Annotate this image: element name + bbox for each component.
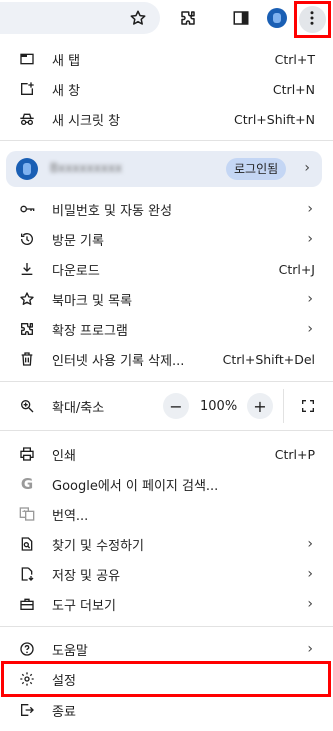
shortcut: Ctrl+T [274,51,315,67]
menu-item-clear-data[interactable]: 인터넷 사용 기록 삭제... Ctrl+Shift+Del [0,344,333,374]
menu-item-label: 인쇄 [52,448,76,464]
menu-item-label: 찾기 및 수정하기 [52,538,144,554]
browser-toolbar [0,0,333,38]
menu-item-label: 확장 프로그램 [52,323,128,339]
side-panel-icon[interactable] [229,6,253,30]
profile-card[interactable]: Bxxxxxxxxx 로그인됨 › [6,151,322,187]
menu-item-label: 새 창 [52,83,81,99]
menu-item-extensions[interactable]: 확장 프로그램 › [0,314,333,344]
find-icon [18,535,36,553]
divider [0,626,333,627]
trash-icon [18,350,36,368]
chevron-right-icon: › [304,160,310,176]
menu-item-exit[interactable]: 종료 [0,695,333,725]
shortcut: Ctrl+Shift+N [234,111,315,127]
exit-icon [18,701,36,719]
extensions-icon[interactable] [176,6,200,30]
menu-item-label: 저장 및 공유 [52,568,121,584]
menu-item-label: 도움말 [52,643,88,659]
save-share-icon [18,565,36,583]
menu-item-label: 도구 더보기 [52,598,116,614]
menu-item-label: 번역... [52,508,89,524]
menu-item-save-share[interactable]: 저장 및 공유 › [0,559,333,589]
google-icon: G [20,475,34,493]
zoom-level: 100% [200,399,238,414]
chevron-right-icon: › [307,321,313,337]
chevron-right-icon: › [307,231,313,247]
menu-item-new-window[interactable]: 새 창 Ctrl+N [0,74,333,104]
chevron-right-icon: › [307,201,313,217]
menu-item-label: Google에서 이 페이지 검색... [52,478,219,494]
shortcut: Ctrl+J [278,261,315,277]
history-icon [18,230,36,248]
profile-name: Bxxxxxxxxx [50,161,123,175]
chevron-right-icon: › [307,291,313,307]
shortcut: Ctrl+N [272,81,315,97]
menu-item-more-tools[interactable]: 도구 더보기 › [0,589,333,619]
chevron-right-icon: › [307,641,313,657]
translate-icon [18,505,36,523]
menu-item-new-tab[interactable]: 새 탭 Ctrl+T [0,44,333,74]
divider [283,389,284,423]
more-button-highlight [294,1,331,38]
toolbox-icon [18,595,36,613]
extensions-icon [18,320,36,338]
signed-in-badge: 로그인됨 [226,158,287,180]
star-icon [18,290,36,308]
fullscreen-button[interactable] [295,393,321,419]
menu-item-history[interactable]: 방문 기록 › [0,224,333,254]
menu-item-google-search[interactable]: G Google에서 이 페이지 검색... [0,469,333,499]
avatar [16,158,38,180]
shortcut: Ctrl+Shift+Del [222,351,315,367]
menu-item-print[interactable]: 인쇄 Ctrl+P [0,439,333,469]
divider [0,381,333,382]
zoom-in-button[interactable]: + [247,393,273,419]
key-icon [18,200,36,218]
menu-item-label: 비밀번호 및 자동 완성 [52,203,173,219]
incognito-icon [18,110,36,128]
settings-highlight [1,661,331,697]
menu-item-help[interactable]: 도움말 › [0,634,333,664]
avatar [267,8,287,28]
menu-item-label: 새 탭 [52,53,81,69]
help-icon [18,640,36,658]
menu-item-downloads[interactable]: 다운로드 Ctrl+J [0,254,333,284]
menu-item-label: 새 시크릿 창 [52,113,121,129]
menu-item-passwords[interactable]: 비밀번호 및 자동 완성 › [0,194,333,224]
new-window-icon [18,80,36,98]
menu-item-label: 다운로드 [52,263,100,279]
menu-item-translate[interactable]: 번역... [0,499,333,529]
divider [0,430,333,431]
menu-item-label: 방문 기록 [52,233,104,249]
new-tab-icon [18,50,36,68]
menu-item-find-edit[interactable]: 찾기 및 수정하기 › [0,529,333,559]
zoom-out-button[interactable]: − [163,393,189,419]
star-icon[interactable] [126,6,150,30]
print-icon [18,445,36,463]
menu-item-bookmarks[interactable]: 북마크 및 목록 › [0,284,333,314]
menu-item-label: 인터넷 사용 기록 삭제... [52,353,185,369]
shortcut: Ctrl+P [274,446,315,462]
chevron-right-icon: › [307,566,313,582]
fullscreen-icon [302,400,314,412]
menu-item-label: 북마크 및 목록 [52,293,133,309]
menu-item-label: 종료 [52,704,76,720]
download-icon [18,260,36,278]
profile-avatar-icon[interactable] [265,6,289,30]
menu-item-new-incognito[interactable]: 새 시크릿 창 Ctrl+Shift+N [0,104,333,134]
divider [0,140,333,141]
chevron-right-icon: › [307,596,313,612]
menu-item-label: 확대/축소 [52,400,105,416]
zoom-icon [18,397,36,415]
chevron-right-icon: › [307,536,313,552]
